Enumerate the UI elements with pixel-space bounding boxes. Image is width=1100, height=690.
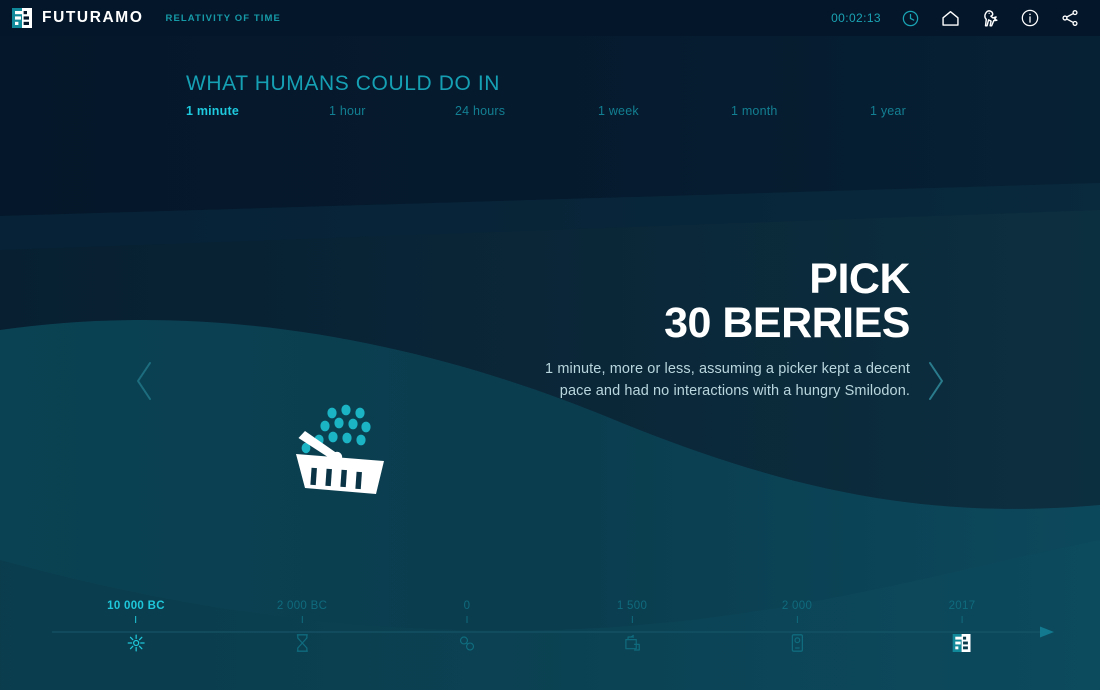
printing-press-icon [617, 632, 647, 654]
timeline-tick [961, 616, 963, 623]
app-root: FUTURAMO RELATIVITY OF TIME 00:02:13 WHA… [0, 0, 1100, 690]
timeline-label: 2 000 BC [276, 600, 328, 612]
clock-icon[interactable] [890, 0, 930, 36]
tab-1-year[interactable]: 1 year [870, 104, 906, 118]
mobile-phone-icon [782, 632, 812, 654]
hourglass-icon [277, 632, 327, 654]
chevron-right-icon [925, 359, 947, 408]
timeline-tick [466, 616, 468, 623]
timeline-axis [52, 626, 1054, 638]
timeline-label: 10 000 BC [107, 600, 165, 612]
brand[interactable]: FUTURAMO [12, 8, 143, 28]
tab-1-minute[interactable]: 1 minute [186, 104, 239, 118]
page-title: WHAT HUMANS COULD DO IN [186, 72, 501, 95]
slide-copy: PICK 30 BERRIES 1 minute, more or less, … [520, 255, 910, 402]
timeline-tick [631, 616, 633, 623]
timeline-point-1500[interactable]: 1 500 [617, 600, 647, 654]
era-timeline: 10 000 BC 2 000 BC 0 1 500 2 000 2017 [0, 600, 1100, 690]
tab-1-week[interactable]: 1 week [598, 104, 639, 118]
brand-name: FUTURAMO [42, 9, 144, 26]
share-icon[interactable] [1050, 0, 1090, 36]
timeline-tick [796, 616, 798, 623]
prev-slide-button[interactable] [124, 352, 164, 414]
chain-link-icon [458, 632, 477, 654]
slide-title-line2: 30 BERRIES [664, 299, 910, 348]
session-timer: 00:02:13 [831, 11, 881, 25]
tab-24-hours[interactable]: 24 hours [455, 104, 505, 118]
arrow-right-icon [1040, 626, 1054, 638]
slide-description: 1 minute, more or less, assuming a picke… [545, 361, 910, 400]
info-icon[interactable] [1010, 0, 1050, 36]
slide-title-line1: PICK [809, 255, 910, 303]
tab-1-hour[interactable]: 1 hour [329, 104, 366, 118]
timeline-label: 2 000 [781, 600, 813, 612]
futuramo-logo-icon [12, 8, 32, 28]
timeline-point-0[interactable]: 0 [458, 600, 477, 654]
timeline-tick [135, 616, 137, 623]
timeline-tick [301, 616, 303, 623]
home-icon[interactable] [930, 0, 970, 36]
tab-1-month[interactable]: 1 month [731, 104, 778, 118]
timeline-label: 2017 [948, 600, 976, 612]
chevron-left-icon [133, 359, 155, 408]
topbar-actions: 00:02:13 [831, 0, 1090, 36]
futuramo-logo-icon [949, 632, 976, 654]
timeline-label: 1 500 [616, 600, 648, 612]
timeline-point-10000-bc[interactable]: 10 000 BC [107, 600, 165, 654]
timeline-point-2017[interactable]: 2017 [949, 600, 976, 654]
sun-spark-icon [107, 632, 165, 654]
top-bar: FUTURAMO RELATIVITY OF TIME 00:02:13 [0, 0, 1100, 36]
berry-basket-icon [288, 398, 393, 498]
slide-content: PICK 30 BERRIES 1 minute, more or less, … [0, 0, 1100, 690]
brand-subtitle: RELATIVITY OF TIME [165, 12, 281, 24]
dinosaur-icon[interactable] [970, 0, 1010, 36]
timeline-point-2000-bc[interactable]: 2 000 BC [277, 600, 327, 654]
timeline-label: 0 [463, 600, 471, 612]
next-slide-button[interactable] [916, 352, 956, 414]
timeline-point-2000[interactable]: 2 000 [782, 600, 812, 654]
